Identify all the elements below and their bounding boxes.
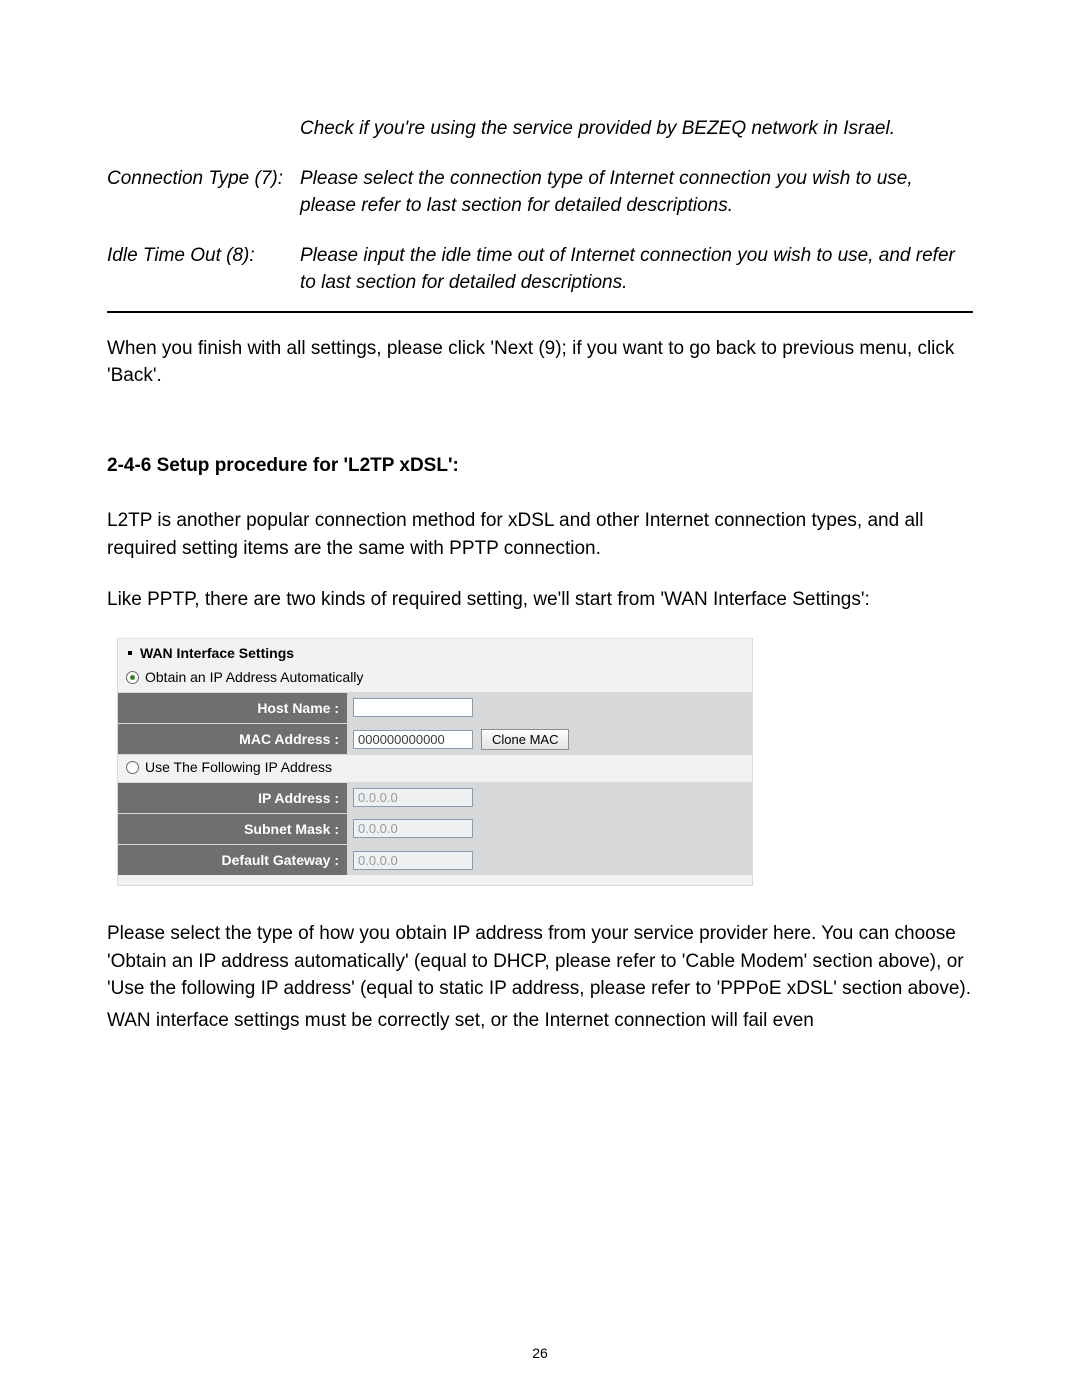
paragraph-below-panel-2: WAN interface settings must be correctly… bbox=[107, 1007, 973, 1035]
paragraph-l2tp-intro-2: Like PPTP, there are two kinds of requir… bbox=[107, 586, 973, 614]
radio-row-use-following[interactable]: Use The Following IP Address bbox=[118, 754, 752, 781]
label-mac-address: MAC Address : bbox=[118, 724, 347, 754]
definition-desc-bezeq: Check if you're using the service provid… bbox=[294, 115, 973, 143]
definitions-block: Check if you're using the service provid… bbox=[107, 115, 973, 303]
form-row-ip-address: IP Address : bbox=[118, 782, 752, 813]
radio-use-following[interactable] bbox=[126, 761, 139, 774]
radio-label-obtain-auto: Obtain an IP Address Automatically bbox=[145, 667, 363, 687]
panel-title-row: WAN Interface Settings bbox=[118, 639, 752, 665]
form-row-subnet-mask: Subnet Mask : bbox=[118, 813, 752, 844]
clone-mac-button[interactable]: Clone MAC bbox=[481, 729, 569, 750]
label-ip-address: IP Address : bbox=[118, 783, 347, 813]
label-subnet-mask: Subnet Mask : bbox=[118, 814, 347, 844]
section-heading-l2tp: 2-4-6 Setup procedure for 'L2TP xDSL': bbox=[107, 452, 973, 480]
input-mac-address[interactable] bbox=[353, 730, 473, 749]
definition-idle-timeout: Idle Time Out (8): Please input the idle… bbox=[107, 242, 973, 303]
input-default-gateway[interactable] bbox=[353, 851, 473, 870]
divider-rule bbox=[107, 311, 973, 313]
input-subnet-mask[interactable] bbox=[353, 819, 473, 838]
paragraph-next-back: When you finish with all settings, pleas… bbox=[107, 335, 973, 390]
label-host-name: Host Name : bbox=[118, 693, 347, 723]
definition-desc-connection-type: Please select the connection type of Int… bbox=[294, 165, 973, 220]
manual-page: Check if you're using the service provid… bbox=[0, 0, 1080, 1397]
input-ip-address[interactable] bbox=[353, 788, 473, 807]
paragraph-l2tp-intro-1: L2TP is another popular connection metho… bbox=[107, 507, 973, 562]
definition-desc-idle-timeout: Please input the idle time out of Intern… bbox=[294, 242, 973, 303]
definition-bezeq-note: Check if you're using the service provid… bbox=[107, 115, 973, 143]
page-number: 26 bbox=[0, 1343, 1080, 1363]
label-default-gateway: Default Gateway : bbox=[118, 845, 347, 875]
form-row-host-name: Host Name : bbox=[118, 692, 752, 723]
paragraph-below-panel-1: Please select the type of how you obtain… bbox=[107, 920, 973, 1003]
panel-title: WAN Interface Settings bbox=[140, 643, 294, 663]
radio-row-obtain-auto[interactable]: Obtain an IP Address Automatically bbox=[118, 665, 752, 691]
radio-obtain-auto[interactable] bbox=[126, 671, 139, 684]
definition-connection-type: Connection Type (7): Please select the c… bbox=[107, 165, 973, 220]
wan-interface-settings-panel: WAN Interface Settings Obtain an IP Addr… bbox=[117, 638, 753, 886]
form-row-mac-address: MAC Address : Clone MAC bbox=[118, 723, 752, 754]
bullet-icon bbox=[128, 651, 132, 655]
radio-label-use-following: Use The Following IP Address bbox=[145, 757, 332, 777]
definition-term-idle-timeout: Idle Time Out (8): bbox=[107, 242, 294, 270]
definition-term-connection-type: Connection Type (7): bbox=[107, 165, 294, 193]
input-host-name[interactable] bbox=[353, 698, 473, 717]
form-row-default-gateway: Default Gateway : bbox=[118, 844, 752, 875]
